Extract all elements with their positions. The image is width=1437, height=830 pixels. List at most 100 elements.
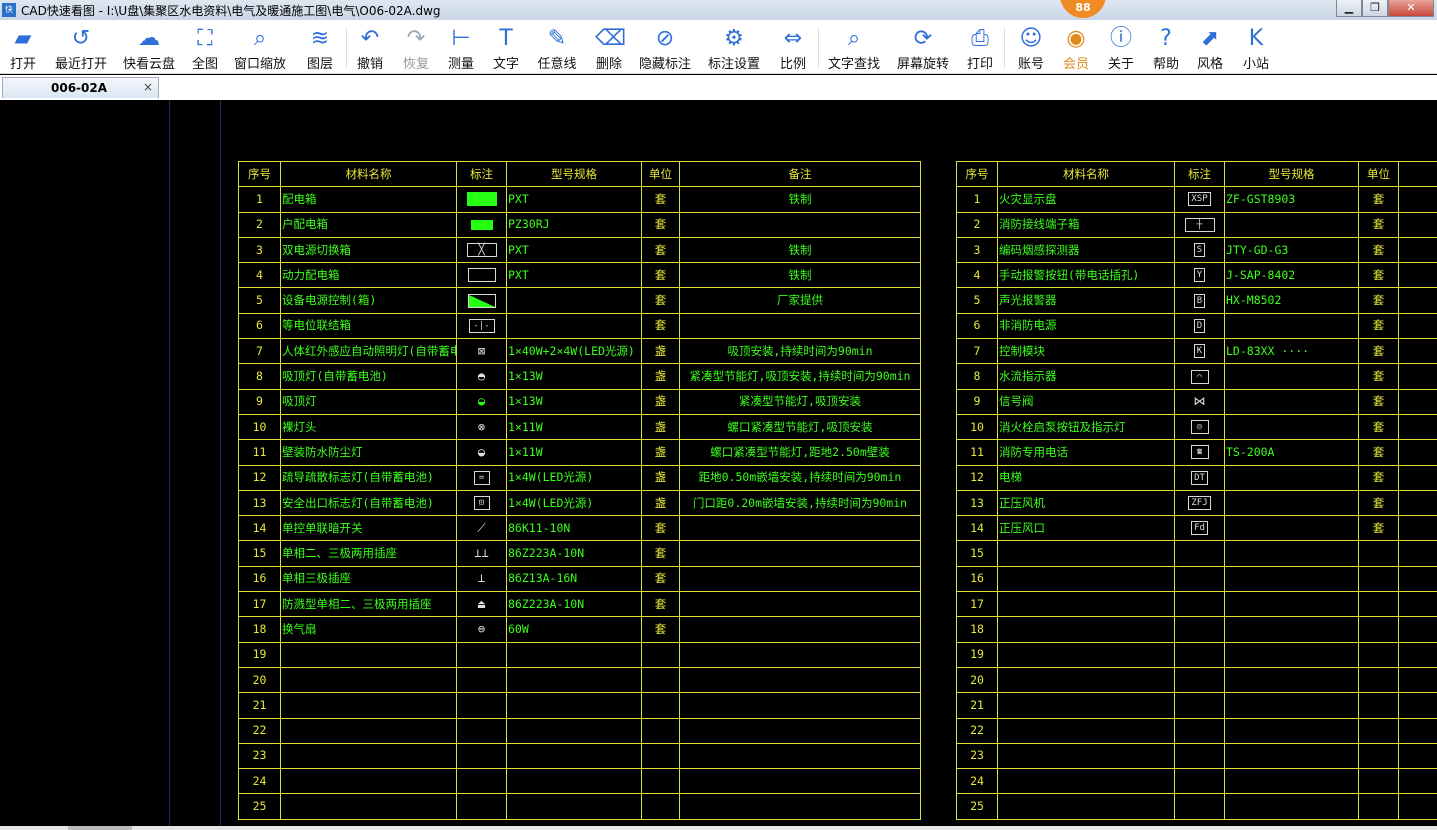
unit-cell: 套 [641, 287, 680, 314]
toolbar-button-help[interactable]: ? 帮助 [1144, 20, 1188, 74]
unit-cell [1358, 692, 1399, 719]
column-header: 标注 [456, 160, 507, 188]
model-spec-cell: PXT [506, 236, 642, 264]
unit-cell [1358, 540, 1399, 567]
toolbar-button-freehand-line[interactable]: ✎ 任意线 [528, 20, 586, 74]
toolbar-button-text-search[interactable]: ⌕ 文字查找 [822, 20, 886, 74]
material-name-cell: 裸灯头 [280, 413, 457, 441]
legend-symbol-icon: ⋈ [1193, 394, 1206, 409]
unit-cell: 套 [641, 616, 680, 643]
toolbar-button-window-zoom[interactable]: ⌕ 窗口缩放 [228, 20, 292, 74]
row-number: 9 [956, 388, 998, 415]
material-name-cell [280, 717, 457, 744]
row-number: 1 [238, 186, 281, 213]
frame-line [169, 100, 170, 830]
toolbar-button-eraser[interactable]: ⌫ 删除 [586, 20, 632, 74]
legend-symbol-icon: ⊗ [477, 419, 486, 434]
row-number: 13 [238, 489, 281, 517]
close-icon[interactable]: ✕ [1388, 0, 1434, 17]
toolbar-button-print[interactable]: ⎙ 打印 [954, 20, 1006, 74]
toolbar-button-rotate-screen[interactable]: ⟳ 屏幕旋转 [892, 20, 954, 74]
material-name-cell: 正压风机 [997, 489, 1175, 517]
material-name-cell: 户配电箱 [280, 211, 457, 238]
toolbar-button-measure[interactable]: ⊢ 测量 [438, 20, 484, 74]
material-name-cell [997, 793, 1175, 820]
toolbar-label: 快看云盘 [122, 57, 175, 72]
table-row: 19 [956, 641, 1437, 668]
toolbar-button-hide-annotation[interactable]: ⊘ 隐藏标注 [632, 20, 698, 74]
row-number: 4 [956, 262, 998, 289]
table-row: 12 电梯 DT 套 [956, 464, 1437, 491]
material-name-cell [997, 692, 1175, 719]
symbol-cell: DT [1174, 464, 1225, 491]
vip-badge[interactable]: 88 [1060, 0, 1106, 18]
drawing-canvas[interactable]: 序号 材料名称 标注 型号规格 单位 备注 1 配电箱 PXT 套铁制 2 户配电箱 PZ30RJ 套 3 双… [0, 100, 1437, 830]
legend-symbol-icon: = [473, 470, 490, 485]
model-spec-cell [1224, 489, 1359, 517]
material-name-cell [997, 591, 1175, 618]
table-row: 23 [238, 742, 921, 770]
toolbar-button-vip[interactable]: ◉ 会员 [1054, 20, 1098, 74]
table-cell [1398, 666, 1437, 694]
symbol-cell [1174, 666, 1225, 694]
app-icon: 快 [2, 3, 16, 17]
toolbar-button-fit-view[interactable]: ⛶ 全图 [182, 20, 228, 74]
toolbar-button-history[interactable]: ↺ 最近打开 [46, 20, 116, 74]
toolbar-button-undo[interactable]: ↶ 撤销 [348, 20, 392, 74]
tab-bar: 006-02A × [0, 75, 1437, 100]
material-name-cell: 动力配电箱 [280, 262, 457, 289]
unit-cell [641, 768, 680, 795]
table-cell [1398, 211, 1437, 238]
text-icon: T [499, 26, 513, 51]
material-name-cell: 信号阀 [997, 388, 1175, 415]
tab-close-icon[interactable]: × [143, 80, 153, 94]
row-number: 11 [956, 439, 998, 466]
toolbar-button-annotation-settings[interactable]: ⚙ 标注设置 [700, 20, 768, 74]
toolbar-button-layers[interactable]: ≋ 图层 [294, 20, 346, 74]
toolbar-button-redo[interactable]: ↷ 恢复 [394, 20, 438, 74]
legend-symbol-icon: -|- [468, 318, 495, 333]
scrollbar-thumb[interactable] [68, 826, 132, 830]
title-bar: 快 CAD快速看图 - I:\U盘\集聚区水电资料\电气及暖通施工图\电气\O0… [0, 0, 1437, 20]
remark-cell [679, 692, 921, 719]
table-row: 14 正压风口 Fd 套 [956, 515, 1437, 542]
toolbar-button-kuaikan-station[interactable]: K 小站 [1232, 20, 1280, 74]
row-number: 10 [956, 413, 998, 441]
material-name-cell: 消防专用电话 [997, 439, 1175, 466]
toolbar-button-scale[interactable]: ⇔ 比例 [768, 20, 818, 74]
model-spec-cell [1224, 742, 1359, 770]
table-row: 20 [956, 666, 1437, 694]
model-spec-cell: HX-M8502 [1224, 287, 1359, 314]
minimize-icon[interactable]: ▁ [1336, 0, 1362, 17]
row-number: 16 [238, 565, 281, 593]
unit-cell: 套 [1358, 186, 1399, 213]
material-name-cell: 消防接线端子箱 [997, 211, 1175, 238]
unit-cell: 套 [641, 211, 680, 238]
toolbar-button-account[interactable]: ☺ 账号 [1008, 20, 1054, 74]
model-spec-cell [1224, 717, 1359, 744]
material-name-cell [280, 641, 457, 668]
toolbar-button-folder-open[interactable]: ▰ 打开 [0, 20, 46, 74]
tab-drawing[interactable]: 006-02A × [2, 77, 159, 98]
horizontal-scrollbar[interactable] [0, 826, 1437, 830]
model-spec-cell: 1×13W [506, 388, 642, 415]
material-name-cell: 双电源切换箱 [280, 236, 457, 264]
toolbar-label: 窗口缩放 [233, 57, 286, 72]
maximize-icon[interactable]: ❐ [1362, 0, 1388, 17]
toolbar-button-text[interactable]: T 文字 [484, 20, 528, 74]
legend-symbol-icon: ◒ [477, 394, 486, 409]
symbol-cell [1174, 793, 1225, 820]
symbol-cell: ⊡ [456, 489, 507, 517]
model-spec-cell: PZ30RJ [506, 211, 642, 238]
material-name-cell [280, 742, 457, 770]
table-row: 4 动力配电箱 PXT 套铁制 [238, 262, 921, 289]
model-spec-cell [1224, 641, 1359, 668]
toolbar-button-style[interactable]: ⬈ 风格 [1188, 20, 1232, 74]
table-cell [1398, 236, 1437, 264]
table-row: 11 壁装防水防尘灯 ◒ 1×11W 盏螺口紧凑型节能灯,距地2.50m壁装 [238, 439, 921, 466]
model-spec-cell [506, 768, 642, 795]
unit-cell: 盏 [641, 413, 680, 441]
toolbar-button-cloud[interactable]: ☁ 快看云盘 [118, 20, 180, 74]
toolbar-label: 小站 [1242, 57, 1269, 72]
toolbar-button-info[interactable]: ⓘ 关于 [1098, 20, 1144, 74]
